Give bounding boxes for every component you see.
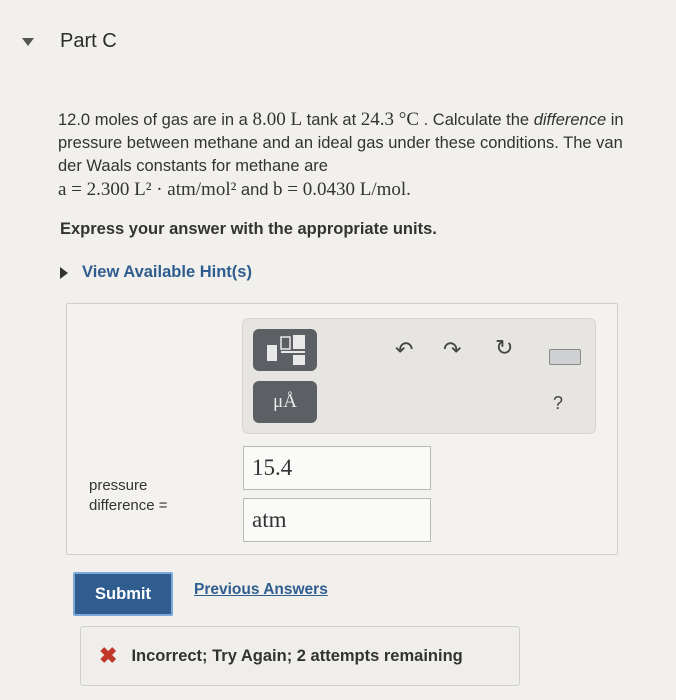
instruction: Express your answer with the appropriate… xyxy=(60,220,437,238)
constant-a: a = 2.300 L² · atm/mol² xyxy=(58,179,237,200)
part-header[interactable]: Part C xyxy=(22,30,117,53)
feedback-message: ✖ Incorrect; Try Again; 2 attempts remai… xyxy=(80,626,520,686)
unit-input[interactable]: atm xyxy=(243,498,431,542)
constant-b: b = 0.0430 L/mol. xyxy=(273,179,411,200)
reset-icon[interactable]: ↻ xyxy=(495,337,513,359)
help-icon[interactable]: ? xyxy=(553,393,563,414)
feedback-text: Incorrect; Try Again; 2 attempts remaini… xyxy=(131,646,463,665)
hint-label: View Available Hint(s) xyxy=(82,263,252,281)
previous-answers-link[interactable]: Previous Answers xyxy=(194,581,328,599)
submit-button[interactable]: Submit xyxy=(73,572,173,616)
question-text: 12.0 moles of gas are in a 8.00 L tank a… xyxy=(58,109,624,200)
templates-icon xyxy=(267,335,305,365)
undo-icon[interactable]: ↶ xyxy=(395,339,413,361)
templates-button[interactable] xyxy=(253,329,317,371)
x-icon: ✖ xyxy=(99,643,118,668)
value-input[interactable]: 15.4 xyxy=(243,446,431,490)
caret-down-icon[interactable] xyxy=(22,37,34,46)
answer-box: μÅ ↶ ↷ ↻ ? pressure difference = 15.4 at… xyxy=(66,303,618,555)
redo-icon[interactable]: ↷ xyxy=(443,339,461,361)
math-toolbar: μÅ ↶ ↷ ↻ ? xyxy=(242,318,596,434)
caret-right-icon xyxy=(60,266,68,279)
units-button[interactable]: μÅ xyxy=(253,381,317,423)
keyboard-icon[interactable] xyxy=(549,349,581,365)
answer-label: pressure difference = xyxy=(89,477,168,514)
view-hints-link[interactable]: View Available Hint(s) xyxy=(60,263,252,282)
part-title: Part C xyxy=(60,30,117,52)
